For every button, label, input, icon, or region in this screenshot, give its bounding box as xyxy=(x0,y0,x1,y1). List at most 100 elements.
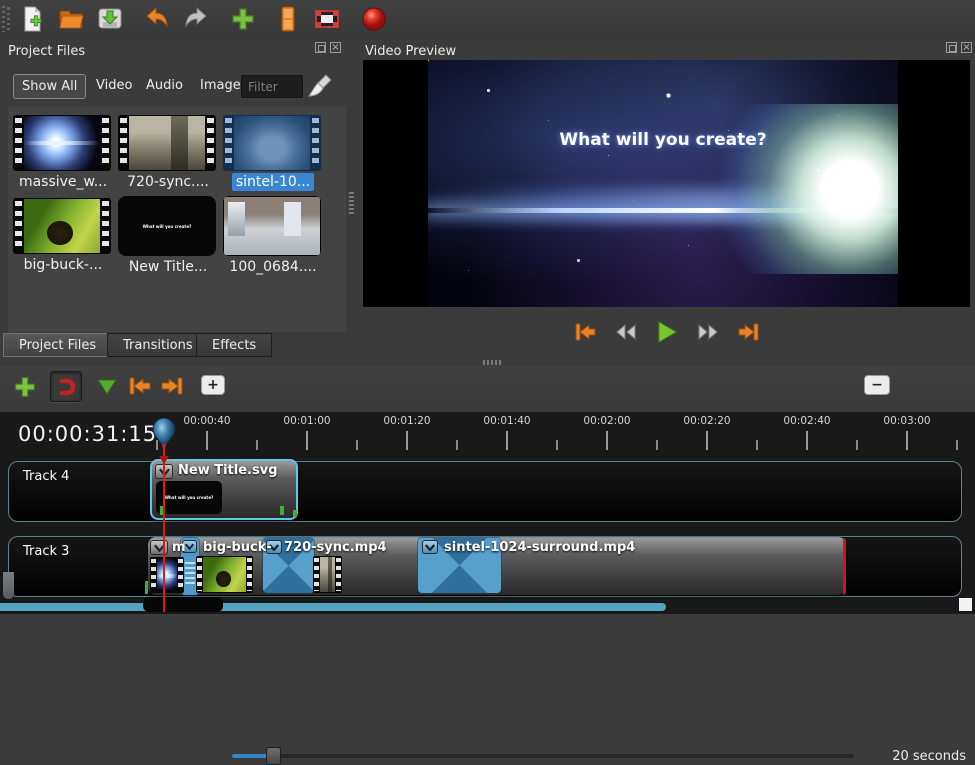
ruler-tick-label: 00:02:40 xyxy=(783,415,830,427)
toolbar-drag-handle[interactable] xyxy=(2,6,11,32)
clear-filter-button[interactable] xyxy=(306,72,334,104)
timeline-ruler[interactable]: 00:00:4000:01:0000:01:2000:01:4000:02:00… xyxy=(0,412,967,455)
marker-down-icon xyxy=(96,378,118,397)
rewind-button[interactable] xyxy=(611,319,641,345)
jump-to-end-button[interactable] xyxy=(734,319,764,345)
file-label: 720-sync.... xyxy=(123,173,213,191)
horizontal-splitter-handle[interactable] xyxy=(483,360,503,365)
vertical-scrollbar-thumb[interactable] xyxy=(3,572,14,599)
broom-icon xyxy=(306,72,334,100)
add-track-icon xyxy=(12,374,38,400)
jump-to-start-button[interactable] xyxy=(570,319,600,345)
new-project-button[interactable] xyxy=(15,3,49,35)
tab-transitions[interactable]: Transitions xyxy=(107,333,209,357)
next-marker-button[interactable] xyxy=(158,374,186,398)
filter-input[interactable] xyxy=(241,75,303,98)
file-label: massive_w... xyxy=(15,173,111,191)
zoom-slider-handle[interactable] xyxy=(266,747,281,765)
filter-tab-show-all[interactable]: Show All xyxy=(13,74,86,99)
zoom-scale-label: 20 seconds xyxy=(892,749,966,764)
filter-tab-video[interactable]: Video xyxy=(88,74,140,97)
zoom-out-button[interactable]: − xyxy=(864,375,890,395)
play-button[interactable] xyxy=(652,319,682,345)
previous-marker-button[interactable] xyxy=(126,374,154,398)
title-editor-button[interactable] xyxy=(271,3,305,35)
clip-thumb-text: What will you create? xyxy=(165,495,214,500)
file-label: big-buck-... xyxy=(20,256,107,274)
record-button[interactable] xyxy=(357,3,391,35)
float-panel-icon[interactable] xyxy=(946,42,957,53)
clip-thumbnail: What will you create? xyxy=(156,481,222,514)
openshot-window: Project Files × Video Preview × Show All… xyxy=(0,0,975,637)
clip-trim-edge[interactable] xyxy=(843,538,846,595)
clip-label-sintel: sintel-1024-surround.mp4 xyxy=(444,540,635,555)
project-files-dock-title: Project Files xyxy=(8,41,85,61)
horizontal-scrollbar-thumb[interactable] xyxy=(0,603,666,611)
file-item-720-sync[interactable]: 720-sync.... xyxy=(118,115,218,190)
clip-label-massive: m xyxy=(172,540,186,555)
close-panel-icon[interactable]: × xyxy=(330,42,341,53)
clip-menu-button[interactable] xyxy=(150,540,168,555)
export-video-icon xyxy=(313,5,341,33)
ruler-tick-minor xyxy=(256,440,258,450)
export-video-button[interactable] xyxy=(310,3,344,35)
file-thumbnail xyxy=(223,196,321,256)
ruler-tick-major xyxy=(706,431,708,450)
clip-label: New Title.svg xyxy=(178,463,278,478)
snapping-toggle-button[interactable] xyxy=(50,371,82,402)
ruler-tick-minor xyxy=(556,440,558,450)
file-thumbnail xyxy=(13,198,111,254)
tab-project-files[interactable]: Project Files xyxy=(3,333,112,357)
close-panel-icon[interactable]: × xyxy=(961,42,972,53)
add-button[interactable] xyxy=(226,3,260,35)
ruler-tick-label: 00:02:20 xyxy=(683,415,730,427)
keyframe-indicator xyxy=(293,510,297,517)
ruler-tick-label: 00:00:40 xyxy=(183,415,230,427)
float-panel-icon[interactable] xyxy=(315,42,326,53)
zoom-in-button[interactable]: + xyxy=(201,375,225,395)
file-item-100-0684[interactable]: 100_0684.... xyxy=(223,196,323,275)
file-item-big-buck[interactable]: big-buck-... xyxy=(13,198,113,273)
filter-tab-audio[interactable]: Audio xyxy=(138,74,191,97)
undo-button[interactable] xyxy=(140,3,174,35)
ruler-tick-minor xyxy=(956,440,958,450)
project-files-dock-controls: × xyxy=(315,42,341,53)
track-4-row: Track 4 New Title.svg What will you crea… xyxy=(8,461,962,522)
file-thumbnail xyxy=(118,115,216,171)
add-track-button[interactable] xyxy=(10,372,40,402)
open-project-button[interactable] xyxy=(54,3,88,35)
clip-label-big-buck: big-buck- xyxy=(203,540,272,555)
file-item-new-title[interactable]: What will you create? New Title... xyxy=(118,196,218,275)
clip-thumbnail xyxy=(150,557,184,593)
redo-icon xyxy=(182,5,210,33)
zoom-slider-track[interactable] xyxy=(232,754,854,758)
fast-forward-button[interactable] xyxy=(693,319,723,345)
track-2-clip-sliver[interactable] xyxy=(143,597,223,612)
file-label: New Title... xyxy=(125,258,211,276)
ruler-tick-major xyxy=(906,431,908,450)
tab-effects[interactable]: Effects xyxy=(196,333,272,357)
film-title-icon xyxy=(274,5,302,33)
file-thumbnail xyxy=(223,115,321,171)
playback-controls xyxy=(363,315,970,349)
file-item-sintel[interactable]: sintel-10... xyxy=(223,115,323,190)
ruler-tick-major xyxy=(206,431,208,450)
plus-icon xyxy=(229,5,257,33)
panel-splitter-handle[interactable] xyxy=(349,192,354,216)
clip-new-title[interactable]: New Title.svg What will you create? xyxy=(150,459,298,520)
fast-forward-icon xyxy=(696,322,720,342)
main-toolbar xyxy=(0,0,975,38)
save-project-button[interactable] xyxy=(93,3,127,35)
redo-button[interactable] xyxy=(179,3,213,35)
track-3-name: Track 3 xyxy=(23,544,69,559)
seek-end-icon xyxy=(736,322,762,342)
transition-menu-button[interactable] xyxy=(422,540,438,554)
magnet-icon xyxy=(55,376,77,398)
record-icon xyxy=(360,5,388,33)
project-files-title: Project Files xyxy=(8,44,85,59)
add-marker-button[interactable] xyxy=(94,374,120,400)
file-item-massive[interactable]: massive_w... xyxy=(13,115,113,190)
open-folder-icon xyxy=(57,5,85,33)
playhead-line[interactable] xyxy=(163,446,165,612)
playhead-marker[interactable] xyxy=(150,416,178,456)
